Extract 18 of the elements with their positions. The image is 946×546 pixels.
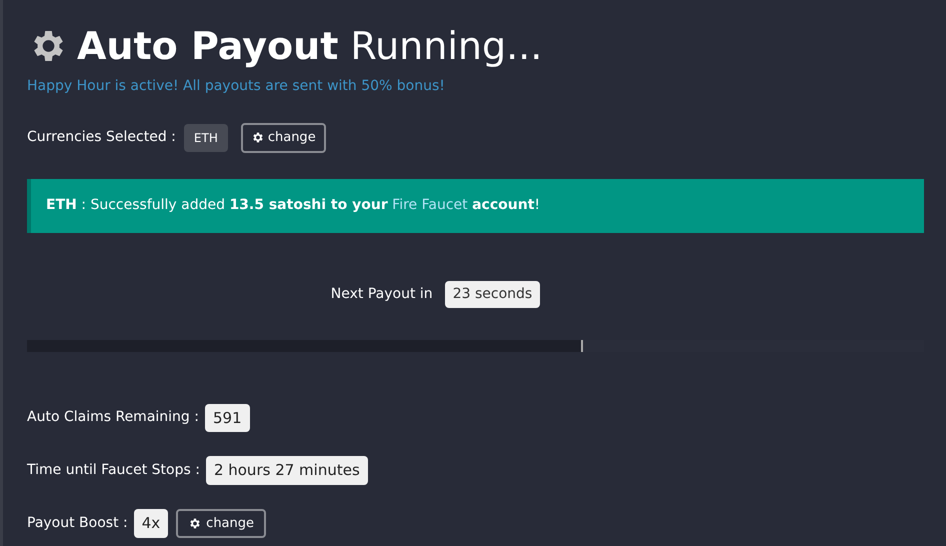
page-title-status: Running... [350,27,542,65]
page-title: Auto Payout [77,27,338,65]
currency-badge: ETH [184,124,228,152]
currencies-label: Currencies Selected : [27,128,176,148]
stat-label: Time until Faucet Stops : [27,460,200,480]
stat-value-badge: 2 hours 27 minutes [206,456,368,484]
happy-hour-notice: Happy Hour is active! All payouts are sent with 50% bonus! [27,77,446,96]
gear-icon [188,516,202,530]
change-button[interactable]: change [176,508,266,538]
change-button[interactable]: change [240,123,326,152]
alert-message: ETH : Successfully added 13.5 satoshi to your Fire Faucet account! [46,196,540,215]
stat-value-badge: 591 [204,404,250,432]
stat-label: Payout Boost : [27,514,128,533]
countdown-badge: 23 seconds [444,280,540,308]
stat-value-badge: 4x [134,509,168,538]
stat-label: Auto Claims Remaining : [27,408,199,428]
gear-icon [250,131,264,144]
next-payout-label: Next Payout in [330,284,433,304]
